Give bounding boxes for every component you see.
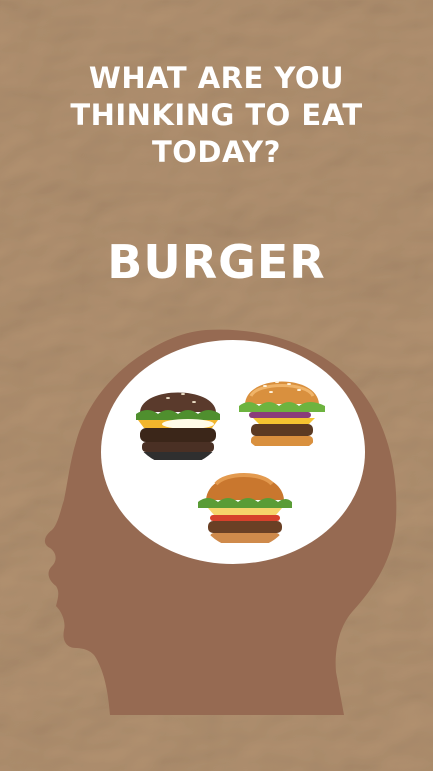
burger-photo-classic — [197, 459, 293, 549]
burger-photo-sesame-bun — [236, 361, 328, 455]
poster: WHAT ARE YOU THINKING TO EAT TODAY? BURG… — [0, 0, 433, 771]
burger-photo-dark-bun — [130, 374, 226, 466]
